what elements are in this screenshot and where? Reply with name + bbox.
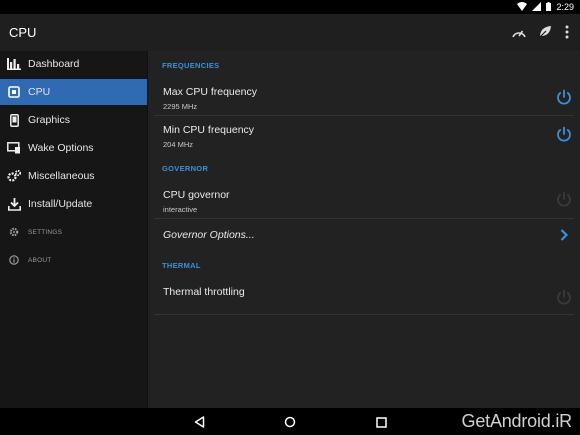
app-toolbar: CPU	[0, 14, 580, 51]
leaf-icon[interactable]	[536, 23, 554, 41]
section-header-frequencies: FREQUENCIES	[162, 61, 220, 70]
sidebar-item-install-update[interactable]: Install/Update	[0, 191, 147, 217]
section-header-thermal: THERMAL	[162, 261, 201, 270]
screen-touch-icon	[7, 141, 21, 155]
thermal-throttling-row[interactable]: Thermal throttling	[154, 277, 574, 315]
status-bar: 2:29	[0, 0, 580, 14]
system-navigation-bar: GetAndroid.iR	[0, 408, 580, 435]
row-title: Max CPU frequency	[163, 86, 257, 98]
overflow-menu-icon[interactable]	[558, 23, 576, 41]
row-title: Min CPU frequency	[163, 124, 255, 136]
home-icon[interactable]	[282, 414, 298, 430]
info-icon	[7, 253, 21, 267]
sidebar-item-label: SETTINGS	[28, 228, 63, 236]
row-title: CPU governor	[163, 189, 230, 201]
sidebar-item-about[interactable]: ABOUT	[0, 247, 147, 273]
cpu-chip-icon	[7, 85, 21, 99]
sidebar: Dashboard CPU Graphics Wake Options Misc…	[0, 51, 148, 408]
sidebar-item-label: ABOUT	[28, 256, 52, 264]
max-cpu-frequency-row[interactable]: Max CPU frequency 2295 MHz	[154, 77, 574, 116]
sidebar-item-wake-options[interactable]: Wake Options	[0, 135, 147, 161]
back-icon[interactable]	[191, 414, 207, 430]
sidebar-item-label: Wake Options	[28, 142, 94, 154]
phone-icon	[7, 113, 21, 127]
sidebar-item-cpu[interactable]: CPU	[0, 79, 147, 105]
sidebar-item-label: Install/Update	[28, 198, 93, 210]
watermark-text: GetAndroid.iR	[461, 411, 573, 431]
governor-options-row[interactable]: Governor Options...	[154, 220, 574, 250]
chevron-right-icon[interactable]	[556, 227, 572, 243]
power-icon[interactable]	[554, 189, 574, 209]
power-icon[interactable]	[554, 124, 574, 144]
sidebar-item-miscellaneous[interactable]: Miscellaneous	[0, 163, 147, 189]
power-icon[interactable]	[554, 87, 574, 107]
settings-content: FREQUENCIES Max CPU frequency 2295 MHz M…	[148, 51, 580, 408]
row-title: Governor Options...	[163, 229, 255, 241]
status-icons: 2:29	[517, 1, 574, 13]
recents-icon[interactable]	[373, 414, 389, 430]
bar-chart-icon	[7, 57, 21, 71]
sidebar-item-label: Dashboard	[28, 58, 80, 70]
cpu-governor-row[interactable]: CPU governor interactive	[154, 179, 574, 219]
power-icon[interactable]	[554, 287, 574, 307]
row-value: 204 MHz	[163, 140, 194, 149]
row-title: Thermal throttling	[163, 286, 245, 298]
sidebar-item-settings[interactable]: SETTINGS	[0, 219, 147, 245]
min-cpu-frequency-row[interactable]: Min CPU frequency 204 MHz	[154, 117, 574, 155]
sidebar-item-label: Graphics	[28, 114, 71, 126]
row-value: interactive	[163, 205, 198, 214]
sidebar-item-graphics[interactable]: Graphics	[0, 107, 147, 133]
section-header-governor: GOVERNOR	[162, 164, 209, 173]
sidebar-item-label: Miscellaneous	[28, 170, 95, 182]
gears-icon	[7, 169, 21, 183]
status-time: 2:29	[556, 2, 574, 12]
sidebar-item-dashboard[interactable]: Dashboard	[0, 51, 147, 77]
download-icon	[7, 197, 21, 211]
sidebar-item-label: CPU	[28, 86, 51, 98]
speedometer-icon[interactable]	[510, 23, 528, 41]
page-title: CPU	[9, 25, 37, 40]
gear-icon	[7, 225, 21, 239]
row-value: 2295 MHz	[163, 102, 198, 111]
